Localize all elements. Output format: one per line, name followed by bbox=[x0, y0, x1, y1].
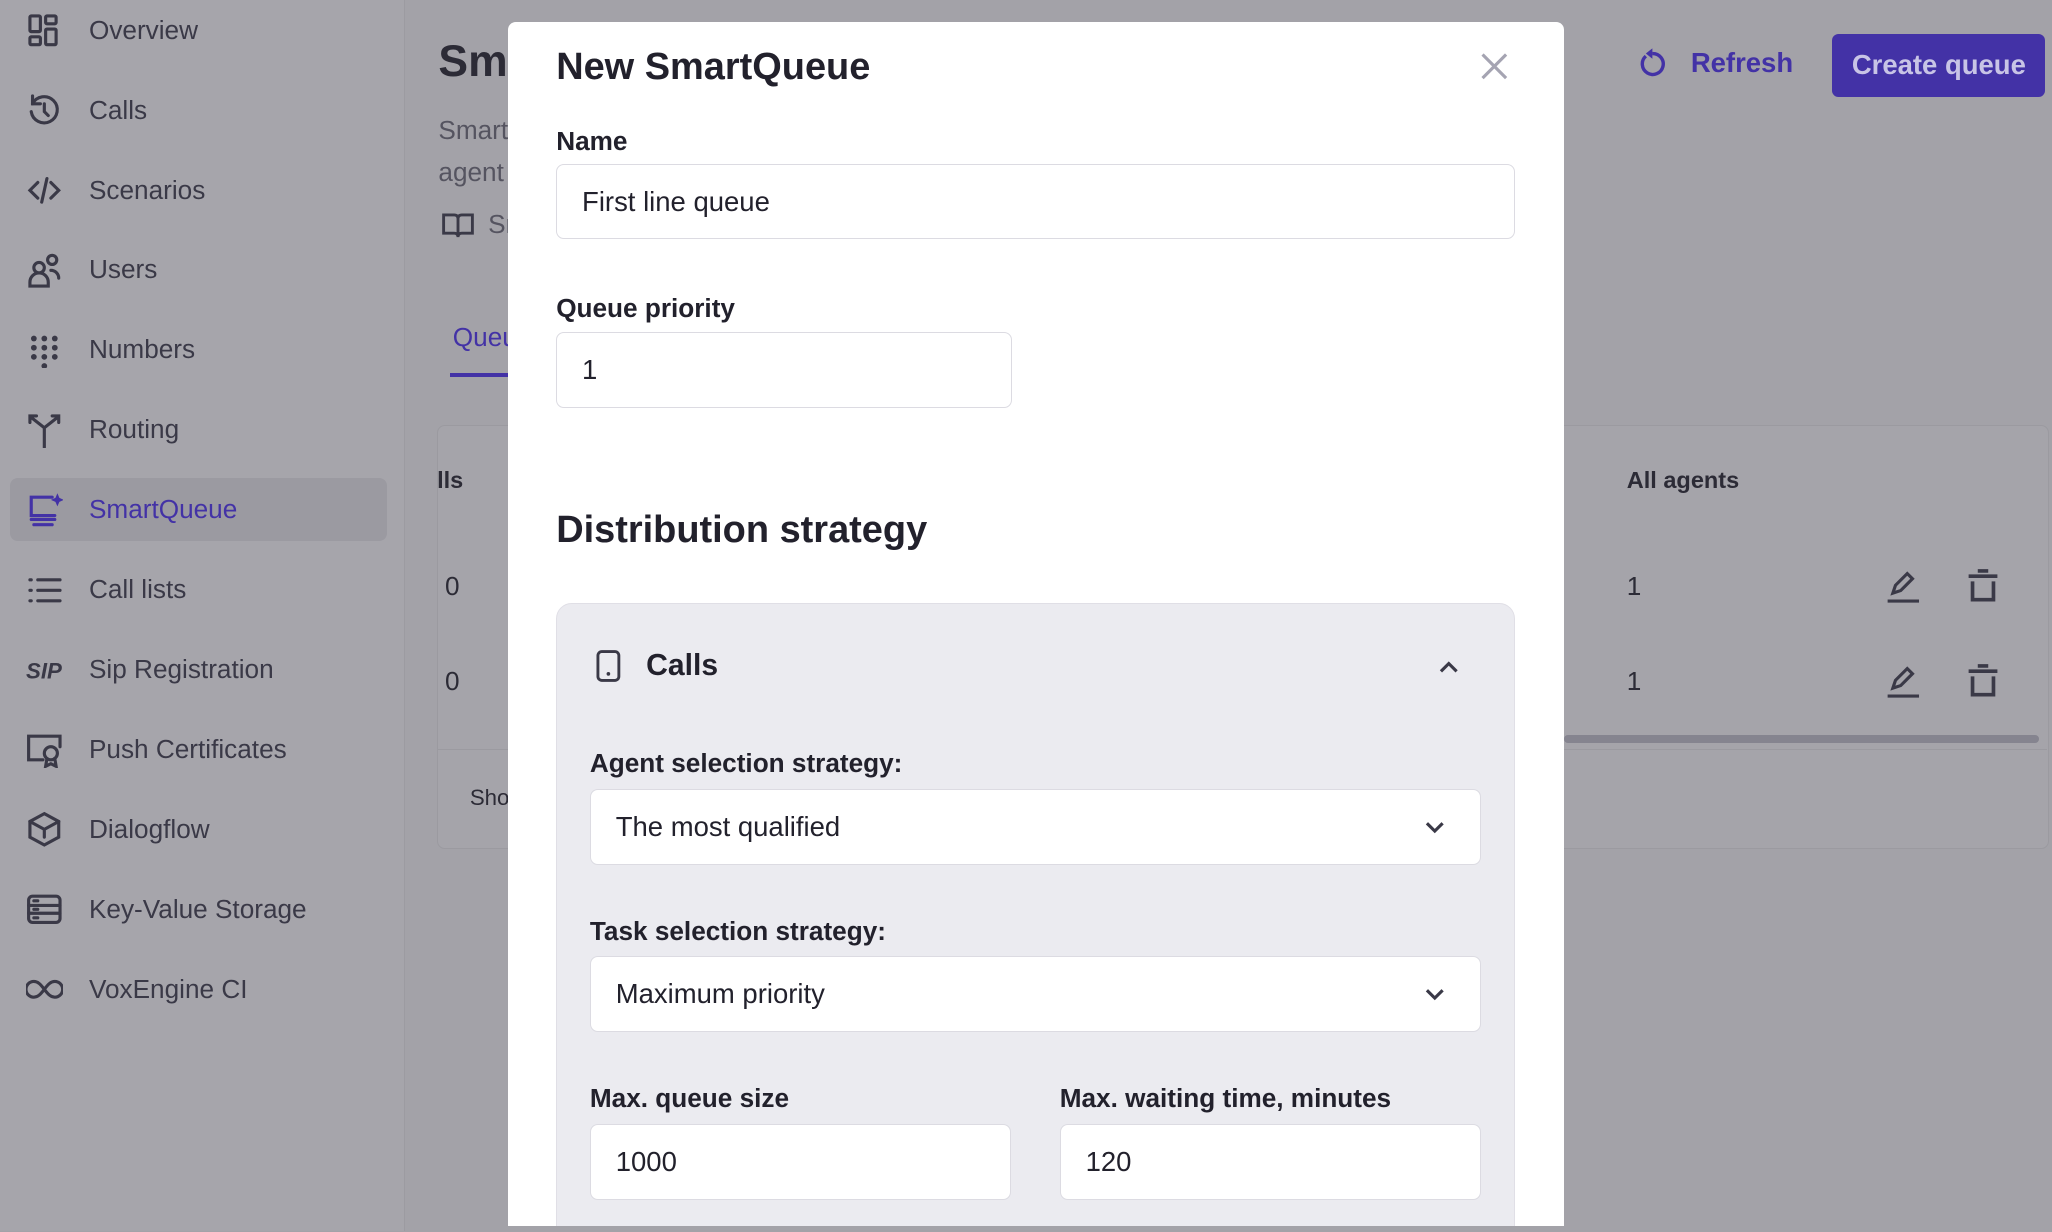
smartqueue-icon bbox=[26, 492, 63, 529]
sidebar-item-label: Push Certificates bbox=[88, 734, 287, 765]
new-smartqueue-dialog: New SmartQueue Name First line queue Que… bbox=[507, 22, 1564, 1227]
refresh-button[interactable]: Refresh bbox=[1638, 47, 1793, 79]
users-icon bbox=[26, 252, 63, 289]
cell-calls: 0 bbox=[444, 570, 460, 601]
queue-priority-input[interactable]: 1 bbox=[556, 332, 1012, 409]
sidebar-item-label: Users bbox=[88, 254, 158, 285]
column-header-calls: lls bbox=[437, 467, 464, 494]
calls-panel-header[interactable]: Calls bbox=[594, 649, 718, 683]
page-subtitle: Smart agent bbox=[438, 114, 509, 187]
sidebar-item-label: Calls bbox=[88, 94, 148, 125]
sidebar-item-label: Numbers bbox=[88, 334, 196, 365]
dialpad-icon bbox=[26, 332, 63, 369]
sidebar-item-sip-registration[interactable]: SIP Sip Registration bbox=[10, 638, 387, 701]
storage-icon bbox=[26, 891, 63, 928]
sidebar-item-key-value-storage[interactable]: Key-Value Storage bbox=[10, 878, 387, 941]
queue-priority-label: Queue priority bbox=[556, 293, 735, 324]
task-selection-label: Task selection strategy: bbox=[589, 915, 886, 946]
routing-icon bbox=[26, 412, 63, 449]
name-label: Name bbox=[556, 125, 628, 156]
infinity-icon bbox=[26, 971, 63, 1008]
sidebar-item-dialogflow[interactable]: Dialogflow bbox=[10, 798, 387, 861]
sidebar-item-numbers[interactable]: Numbers bbox=[10, 319, 387, 382]
delete-icon[interactable] bbox=[1966, 567, 2000, 604]
agent-selection-select[interactable]: The most qualified bbox=[589, 788, 1482, 865]
sidebar-item-label: Key-Value Storage bbox=[88, 894, 307, 925]
distribution-strategy-heading: Distribution strategy bbox=[556, 509, 928, 552]
refresh-icon bbox=[1641, 48, 1666, 77]
horizontal-scrollbar[interactable] bbox=[1563, 735, 2039, 744]
sidebar-item-label: Dialogflow bbox=[88, 814, 210, 845]
name-input[interactable]: First line queue bbox=[556, 163, 1516, 240]
max-queue-size-input[interactable]: 1000 bbox=[589, 1123, 1012, 1200]
column-header-all-agents: All agents bbox=[1626, 467, 1740, 494]
sidebar-item-label: VoxEngine CI bbox=[88, 974, 248, 1005]
sidebar-item-scenarios[interactable]: Scenarios bbox=[10, 159, 387, 222]
book-icon bbox=[442, 212, 474, 237]
chevron-down-icon bbox=[1425, 989, 1444, 1001]
certificate-icon bbox=[26, 731, 63, 769]
sidebar-item-calls[interactable]: Calls bbox=[10, 79, 387, 142]
task-selection-select[interactable]: Maximum priority bbox=[589, 956, 1482, 1033]
sidebar-item-push-certificates[interactable]: Push Certificates bbox=[10, 718, 387, 781]
sidebar-item-label: Routing bbox=[88, 414, 180, 445]
dialogflow-icon bbox=[26, 811, 63, 848]
code-icon bbox=[26, 172, 63, 209]
sip-icon: SIP bbox=[26, 651, 63, 688]
dialog-title: New SmartQueue bbox=[556, 45, 871, 88]
sidebar-item-overview[interactable]: Overview bbox=[10, 0, 387, 62]
cell-calls: 0 bbox=[444, 666, 460, 697]
edit-icon[interactable] bbox=[1885, 662, 1922, 699]
cell-all-agents: 1 bbox=[1626, 666, 1642, 697]
edit-icon[interactable] bbox=[1885, 567, 1922, 604]
sidebar: Overview Calls Scenarios Users Numbers Routin… bbox=[0, 0, 406, 1232]
sidebar-item-smartqueue[interactable]: SmartQueue bbox=[10, 478, 388, 542]
sidebar-item-label: Call lists bbox=[88, 574, 187, 605]
sidebar-item-label: Sip Registration bbox=[88, 654, 274, 685]
sidebar-item-label: Scenarios bbox=[88, 174, 206, 205]
max-queue-size-label: Max. queue size bbox=[589, 1083, 790, 1114]
sidebar-item-voxengine-ci[interactable]: VoxEngine CI bbox=[10, 958, 387, 1021]
sidebar-item-users[interactable]: Users bbox=[10, 239, 387, 302]
phone-icon bbox=[596, 649, 621, 682]
docs-link[interactable]: Sr bbox=[441, 209, 514, 240]
create-queue-button[interactable]: Create queue bbox=[1832, 34, 2046, 97]
max-waiting-time-input[interactable]: 120 bbox=[1059, 1123, 1482, 1200]
pagination-show-label: Sho bbox=[469, 785, 510, 811]
overview-icon bbox=[26, 12, 63, 49]
page-title: Sm bbox=[438, 36, 508, 86]
chevron-down-icon bbox=[1425, 821, 1444, 833]
max-waiting-time-label: Max. waiting time, minutes bbox=[1059, 1083, 1392, 1114]
delete-icon[interactable] bbox=[1966, 662, 2000, 699]
calls-panel: Calls Agent selection strategy: The most… bbox=[556, 603, 1516, 1227]
sidebar-item-label: Overview bbox=[88, 14, 198, 45]
cell-all-agents: 1 bbox=[1626, 570, 1642, 601]
sidebar-item-call-lists[interactable]: Call lists bbox=[10, 558, 387, 621]
agent-selection-label: Agent selection strategy: bbox=[589, 748, 903, 779]
svg-text:SIP: SIP bbox=[26, 659, 62, 684]
list-icon bbox=[26, 572, 63, 609]
sidebar-item-label: SmartQueue bbox=[88, 494, 238, 525]
sidebar-item-routing[interactable]: Routing bbox=[10, 398, 387, 461]
close-icon[interactable] bbox=[1476, 48, 1513, 85]
history-icon bbox=[26, 92, 63, 129]
chevron-up-icon[interactable] bbox=[1437, 657, 1461, 675]
